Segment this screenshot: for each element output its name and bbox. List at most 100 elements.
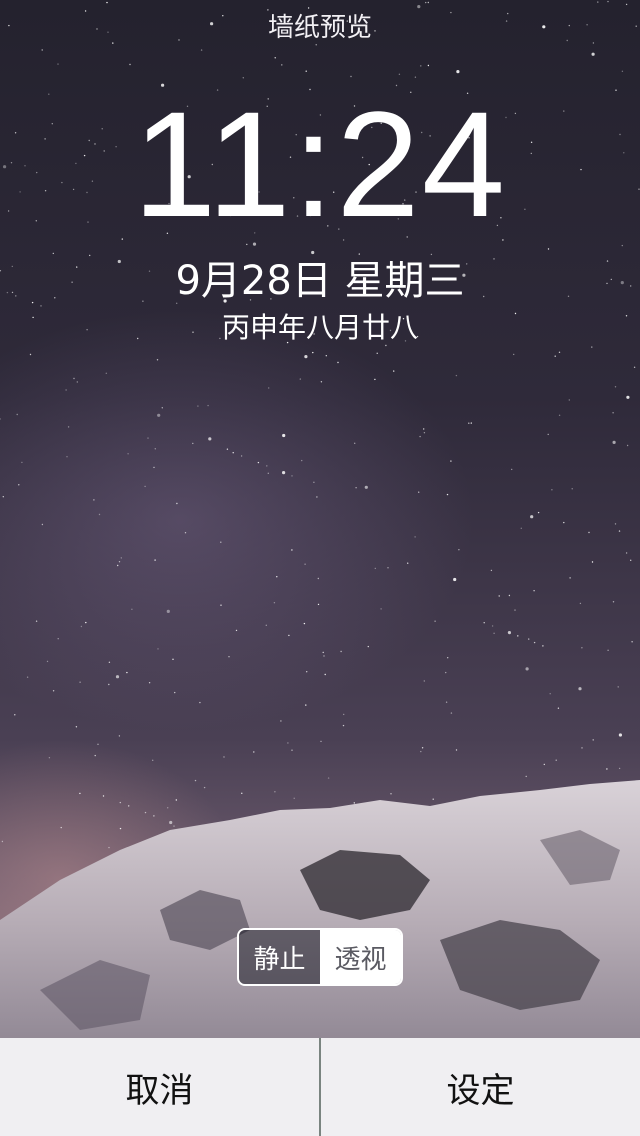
star (364, 485, 368, 489)
star (568, 399, 570, 401)
star (387, 567, 389, 569)
star (508, 594, 511, 597)
star (325, 355, 327, 357)
star (419, 435, 421, 438)
star (468, 422, 470, 424)
star (126, 671, 128, 674)
star (483, 622, 485, 624)
mode-perspective-option[interactable]: 透视 (320, 930, 401, 984)
star (533, 641, 536, 644)
star (579, 602, 582, 605)
star (618, 530, 621, 532)
cancel-button[interactable]: 取消 (0, 1038, 319, 1136)
star (305, 704, 307, 706)
star (423, 432, 426, 434)
star (166, 609, 170, 614)
star (48, 757, 51, 759)
star (458, 549, 460, 551)
star (157, 413, 161, 417)
star (154, 559, 156, 561)
star (73, 377, 75, 380)
star (305, 70, 307, 72)
star (533, 590, 535, 592)
star (118, 735, 121, 737)
star (507, 631, 511, 635)
star (528, 638, 530, 640)
star (276, 576, 278, 578)
star (588, 531, 590, 534)
star (153, 466, 155, 469)
star (342, 724, 345, 727)
star (312, 351, 314, 354)
star (625, 552, 628, 554)
star (414, 76, 417, 78)
star (380, 608, 382, 610)
mode-still-option[interactable]: 静止 (239, 930, 320, 984)
star (148, 682, 151, 684)
star (557, 707, 560, 709)
star (199, 701, 201, 704)
star (120, 557, 123, 559)
star (621, 70, 624, 73)
star (340, 650, 342, 653)
star (542, 645, 544, 647)
star (354, 442, 356, 444)
star (2, 496, 4, 498)
star (618, 733, 623, 737)
star (571, 488, 573, 490)
star (563, 521, 565, 524)
star (447, 657, 449, 659)
star (455, 374, 458, 377)
star (235, 629, 238, 632)
star (80, 625, 83, 628)
star (35, 620, 38, 622)
star (266, 465, 268, 467)
star (108, 661, 111, 663)
star (226, 448, 229, 450)
star (367, 645, 369, 648)
star (317, 577, 319, 580)
lockscreen-lunar-date: 丙申年八月廿八 (221, 311, 418, 344)
star (427, 64, 430, 67)
star (493, 632, 495, 634)
star (242, 77, 244, 79)
star (612, 412, 614, 414)
wallpaper-mode-switch[interactable]: 静止 透视 (237, 928, 403, 986)
star (98, 513, 101, 516)
star (374, 567, 376, 570)
star (115, 675, 120, 679)
star (268, 387, 270, 389)
set-button[interactable]: 设定 (321, 1038, 640, 1136)
star (420, 750, 422, 753)
star (423, 428, 425, 430)
star (591, 346, 593, 348)
star (421, 747, 424, 749)
star (174, 691, 176, 694)
star (313, 481, 315, 483)
star (291, 749, 293, 751)
star (274, 57, 276, 59)
star (29, 353, 32, 356)
star (525, 667, 529, 671)
star (144, 485, 146, 488)
star (446, 493, 449, 496)
star (131, 608, 133, 610)
page-title: 墙纸预览 (267, 13, 372, 43)
star (301, 459, 303, 462)
star (18, 484, 20, 486)
star (427, 1, 429, 4)
star (445, 701, 448, 703)
star (612, 440, 616, 444)
star (65, 389, 67, 391)
star (607, 649, 609, 651)
star (425, 1, 427, 4)
star (282, 471, 286, 475)
snowy-mountain (0, 780, 640, 1060)
star (0, 418, 1, 420)
star (118, 561, 121, 563)
star (393, 370, 395, 372)
star (257, 461, 260, 464)
star (513, 353, 515, 356)
star (520, 527, 522, 529)
star (93, 499, 95, 501)
